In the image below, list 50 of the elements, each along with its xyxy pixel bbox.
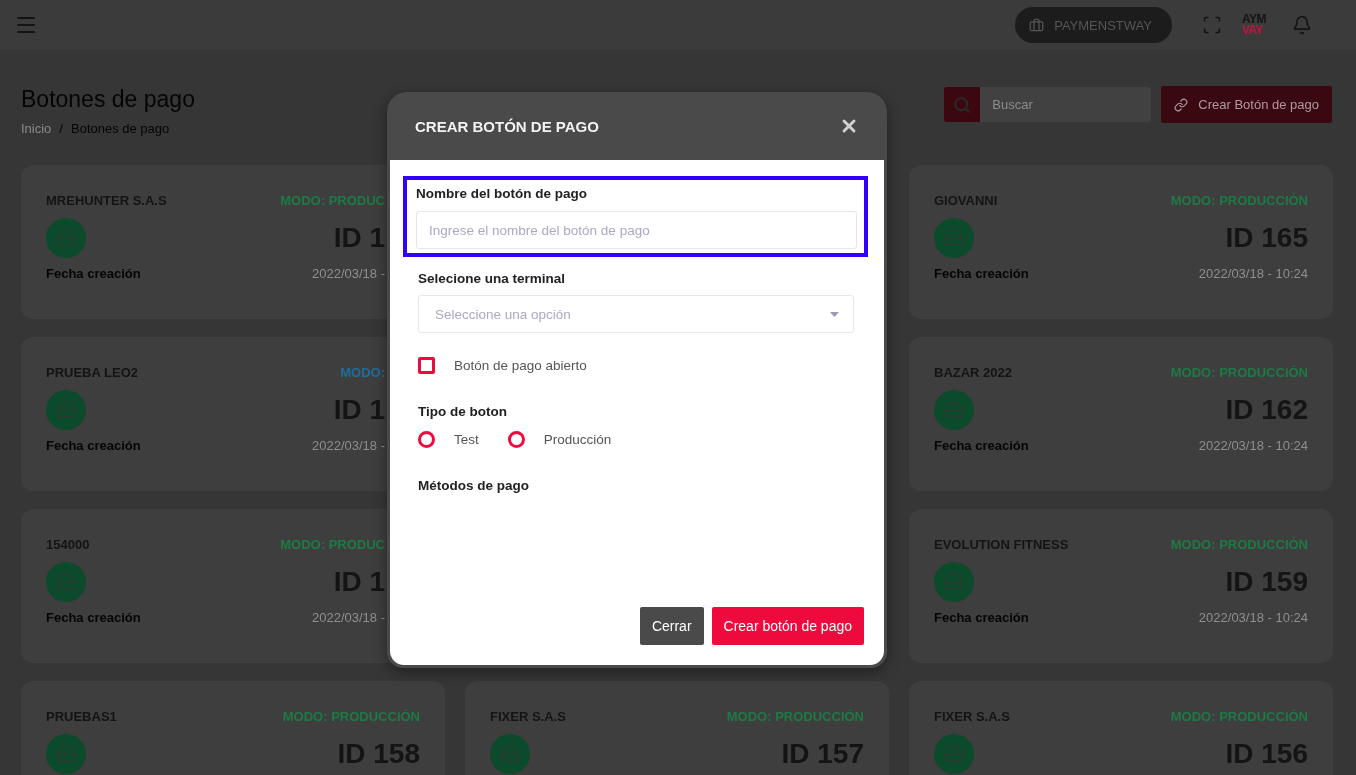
name-input-field[interactable]: Ingrese el nombre del botón de pago: [416, 211, 857, 249]
search-icon: [953, 95, 972, 114]
storage-icon: [934, 390, 974, 430]
checkbox[interactable]: [418, 357, 435, 374]
card-date: 2022/03/18 - 10:24: [1198, 610, 1308, 625]
storage-icon: [46, 734, 86, 774]
card-mode: MODO:: [340, 365, 385, 380]
create-button[interactable]: Crear Botón de pago: [1161, 86, 1332, 123]
radio-button[interactable]: [418, 431, 435, 448]
card-mode: MODO: PRODUCCIÓN: [1170, 365, 1308, 380]
company-selector[interactable]: PAYMENSTWAY: [1015, 7, 1172, 43]
close-button[interactable]: Cerrar: [639, 607, 704, 645]
link-icon: [1174, 97, 1189, 112]
date-label: Fecha creación: [934, 438, 1029, 453]
storage-icon: [46, 218, 86, 258]
date-label: Fecha creación: [46, 266, 141, 281]
card-date: 2022/03/18 -: [312, 610, 385, 625]
breadcrumb-separator: /: [59, 121, 63, 136]
radio-label: Test: [454, 432, 479, 447]
storage-icon: [934, 218, 974, 258]
card-date: 2022/03/18 - 10:24: [1198, 266, 1308, 281]
card-mode: MODO: PRODUCCIÓN: [282, 709, 420, 724]
terminal-select[interactable]: Seleccione una opción: [418, 295, 854, 333]
card-date: 2022/03/18 -: [312, 438, 385, 453]
storage-icon: [934, 734, 974, 774]
storage-icon: [934, 562, 974, 602]
card-mode: MODO: PRODUC: [280, 537, 385, 552]
card-date: 2022/03/18 -: [312, 266, 385, 281]
search-field[interactable]: Buscar: [980, 87, 1152, 122]
date-label: Fecha creación: [934, 610, 1029, 625]
card-mode: MODO: PRODUCCIÓN: [1170, 709, 1308, 724]
storage-icon: [46, 562, 86, 602]
date-label: Fecha creación: [934, 266, 1029, 281]
checkbox-label: Botón de pago abierto: [454, 358, 587, 373]
card-mode: MODO: PRODUCCIÓN: [1170, 537, 1308, 552]
storage-icon: [490, 734, 530, 774]
briefcase-icon: [1029, 17, 1045, 33]
card-mode: MODO: PRODUC: [280, 193, 385, 208]
card-mode: MODO: PRODUCCIÓN: [1170, 193, 1308, 208]
date-label: Fecha creación: [46, 610, 141, 625]
storage-icon: [46, 390, 86, 430]
date-label: Fecha creación: [46, 438, 141, 453]
radio-label: Producción: [543, 432, 612, 447]
dialog-title: CREAR BOTÓN DE PAGO: [415, 117, 599, 135]
card-date: 2022/03/18 - 10:24: [1198, 438, 1308, 453]
create-button[interactable]: Crear botón de pago: [711, 607, 864, 645]
breadcrumb-item[interactable]: Inicio: [21, 121, 52, 136]
radio-button[interactable]: [507, 431, 525, 448]
caret-icon: [830, 311, 839, 317]
card-mode: MODO: PRODUCCIÓN: [726, 709, 864, 724]
